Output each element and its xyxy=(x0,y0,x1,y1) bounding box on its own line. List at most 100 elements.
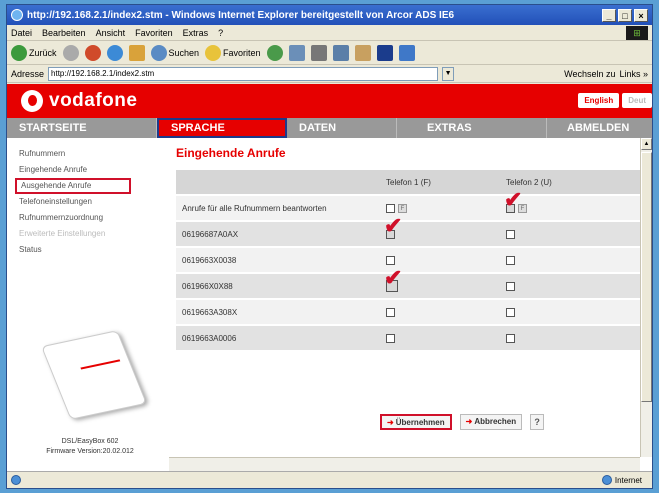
row-number: 061966X0X88 xyxy=(176,274,380,298)
sidebar-item-ausgehende-anrufe[interactable]: Ausgehende Anrufe xyxy=(15,178,131,194)
cell-phone1 xyxy=(380,300,500,324)
favorites-star-icon xyxy=(205,44,222,61)
help-button[interactable]: ? xyxy=(530,414,545,430)
arrow-icon: ➜ xyxy=(465,417,473,426)
row-number: 0619663A308X xyxy=(176,300,380,324)
deutsch-button[interactable]: Deut xyxy=(622,93,652,108)
vodafone-logo-icon xyxy=(21,90,43,112)
print-icon[interactable] xyxy=(310,44,327,61)
security-zone: Internet xyxy=(601,475,642,485)
page-icon xyxy=(11,475,21,485)
menu-bearbeiten[interactable]: Bearbeiten xyxy=(42,28,86,38)
sidebar-item-rufnummernzuordnung[interactable]: Rufnummernzuordnung xyxy=(15,210,166,226)
row-number: 0619663X0038 xyxy=(176,248,380,272)
router-stripe xyxy=(80,359,121,370)
apply-label: Übernehmen xyxy=(395,418,445,427)
forward-arrow-icon[interactable] xyxy=(62,44,79,61)
page-viewport: vodafone English Deut STARTSEITE SPRACHE… xyxy=(7,84,652,471)
header-phone1: Telefon 1 (F) xyxy=(380,170,500,194)
title-bar: http://192.168.2.1/index2.stm - Windows … xyxy=(7,5,652,25)
sidebar-item-rufnummern[interactable]: Rufnummern xyxy=(15,146,166,162)
tab-abmelden[interactable]: ABMELDEN xyxy=(547,118,652,138)
windows-logo-icon: ⊞ xyxy=(626,26,648,40)
checkmark-icon: ✔ xyxy=(504,187,523,213)
form-actions: ➜ Übernehmen ➜ Abbrechen ? xyxy=(380,414,545,430)
menu-extras[interactable]: Extras xyxy=(183,28,209,38)
table-row: 06196687A0AX ✔ xyxy=(176,215,640,246)
checkbox[interactable] xyxy=(506,229,515,239)
search-button[interactable]: Suchen xyxy=(150,44,200,61)
stop-icon[interactable] xyxy=(84,44,101,61)
check-wrap: ✔ xyxy=(384,215,402,239)
brand-name: vodafone xyxy=(49,90,138,111)
checkbox[interactable] xyxy=(506,333,515,343)
go-button[interactable]: Wechseln zu xyxy=(564,69,615,79)
cancel-button[interactable]: ➜ Abbrechen xyxy=(459,414,523,430)
ie-icon xyxy=(11,9,23,21)
apply-button[interactable]: ➜ Übernehmen xyxy=(380,414,452,430)
check-wrap: ✔ xyxy=(504,189,522,213)
address-dropdown-icon[interactable]: ▼ xyxy=(442,66,455,81)
messenger-icon[interactable] xyxy=(398,44,415,61)
main-nav: STARTSEITE SPRACHE DATEN EXTRAS ABMELDEN xyxy=(7,118,652,138)
vodafone-header: vodafone English Deut xyxy=(7,84,652,118)
device-name: DSL/EasyBox 602 xyxy=(61,438,119,445)
home-icon[interactable] xyxy=(128,44,145,61)
scroll-thumb[interactable] xyxy=(641,152,652,402)
window-title: http://192.168.2.1/index2.stm - Windows … xyxy=(27,9,455,21)
table-row: 0619663A0006 xyxy=(176,326,640,350)
check-wrap: ✔ xyxy=(384,267,402,292)
sidebar-item-eingehende-anrufe[interactable]: Eingehende Anrufe xyxy=(15,162,166,178)
links-button[interactable]: Links » xyxy=(619,69,648,79)
english-button[interactable]: English xyxy=(578,93,620,108)
menu-help[interactable]: ? xyxy=(218,28,223,38)
tab-extras[interactable]: EXTRAS xyxy=(397,118,547,138)
page-title: Eingehende Anrufe xyxy=(176,146,286,160)
vertical-scrollbar[interactable]: ▲ xyxy=(640,138,652,457)
row-label-all: Anrufe für alle Rufnummern beantworten xyxy=(176,196,380,220)
tab-startseite[interactable]: STARTSEITE xyxy=(7,118,157,138)
address-input[interactable]: http://192.168.2.1/index2.stm xyxy=(48,66,439,81)
cell-phone1: ✔ xyxy=(380,215,500,246)
search-label: Suchen xyxy=(168,47,200,58)
menu-datei[interactable]: Datei xyxy=(11,28,32,38)
refresh-icon[interactable] xyxy=(106,44,123,61)
toolbar: Zurück Suchen Favoriten xyxy=(7,41,652,65)
menu-ansicht[interactable]: Ansicht xyxy=(96,28,126,38)
tab-sprache[interactable]: SPRACHE xyxy=(157,118,287,138)
cell-phone2 xyxy=(500,326,640,350)
table-row: 0619663X0038 xyxy=(176,248,640,272)
tab-daten[interactable]: DATEN xyxy=(287,118,397,138)
table-row: 061966X0X88 ✔ xyxy=(176,267,640,298)
checkbox[interactable] xyxy=(386,333,395,343)
mail-icon[interactable] xyxy=(288,44,305,61)
checkbox[interactable] xyxy=(506,255,515,265)
checkbox[interactable] xyxy=(506,307,515,317)
edit-icon[interactable] xyxy=(332,44,349,61)
checkmark-icon: ✔ xyxy=(384,213,403,239)
cell-phone2 xyxy=(500,274,640,298)
favorites-button[interactable]: Favoriten xyxy=(205,44,261,61)
checkbox[interactable] xyxy=(386,203,395,213)
horizontal-scrollbar[interactable] xyxy=(169,457,640,471)
maximize-button[interactable]: □ xyxy=(618,8,632,22)
minimize-button[interactable]: _ xyxy=(602,8,616,22)
discuss-icon[interactable] xyxy=(354,44,371,61)
checkbox[interactable] xyxy=(506,281,515,291)
phone-assignment-table: Telefon 1 (F) Telefon 2 (U) Anrufe für a… xyxy=(176,168,640,352)
cell-phone1 xyxy=(380,326,500,350)
back-arrow-icon xyxy=(11,44,27,61)
cell-phone1: ✔ xyxy=(380,267,500,298)
sidebar-item-telefoneinstellungen[interactable]: Telefoneinstellungen xyxy=(15,194,166,210)
window-controls: _ □ × xyxy=(602,8,648,22)
checkbox[interactable] xyxy=(386,307,395,317)
table-row: 0619663A308X xyxy=(176,300,640,324)
sidebar-item-status[interactable]: Status xyxy=(15,242,166,258)
history-icon[interactable] xyxy=(266,44,283,61)
scroll-up-icon[interactable]: ▲ xyxy=(641,138,652,150)
back-button[interactable]: Zurück xyxy=(11,44,57,61)
checkbox[interactable] xyxy=(386,255,395,265)
h-icon[interactable] xyxy=(376,44,393,61)
close-button[interactable]: × xyxy=(634,8,648,22)
menu-favoriten[interactable]: Favoriten xyxy=(135,28,173,38)
